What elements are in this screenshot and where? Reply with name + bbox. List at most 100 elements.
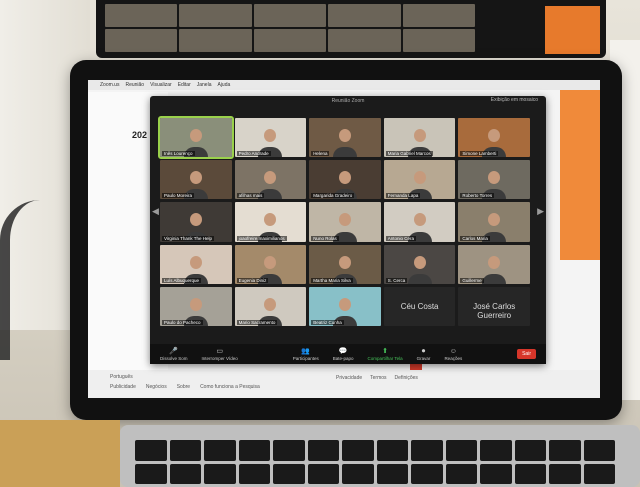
participant-body xyxy=(407,273,432,284)
keyboard-key xyxy=(273,440,305,461)
photo-background: Zoom.us Reunião Visualizar Editar Janela Ajud… xyxy=(0,0,640,487)
participant-tile[interactable]: Nuno Rolas xyxy=(309,202,381,242)
participant-tile[interactable]: Beatriz Cunha xyxy=(309,286,381,326)
participant-tile[interactable]: Eugenia Diniz xyxy=(234,244,307,284)
footer-link[interactable]: Sobre xyxy=(177,384,190,390)
participant-body xyxy=(482,273,507,284)
keyboard-key xyxy=(445,463,477,484)
footer-right-link[interactable]: Definições xyxy=(395,375,418,381)
participant-name: Eugenia Diniz xyxy=(236,277,269,283)
footer-link[interactable]: Negócios xyxy=(146,384,167,390)
mute-button[interactable]: 🎤 Dissolve Som xyxy=(160,348,188,361)
participant-name: Pedro Andrade xyxy=(236,151,271,157)
footer-right-link[interactable]: Termos xyxy=(370,375,386,381)
participant-name: Martha Maria Silva xyxy=(311,277,353,283)
reactions-button[interactable]: ☺ Reações xyxy=(444,348,462,361)
cable xyxy=(0,200,80,360)
keyboard-key xyxy=(169,463,201,484)
keyboard-key xyxy=(238,463,270,484)
mac-menubar: Zoom.us Reunião Visualizar Editar Janela Ajud… xyxy=(88,80,600,90)
participant-head xyxy=(338,255,351,269)
footer-language[interactable]: Português xyxy=(110,374,133,380)
participant-tile[interactable]: S. Cerca xyxy=(383,244,456,284)
keyboard-key xyxy=(238,440,270,461)
background-monitor-video-grid xyxy=(105,4,475,52)
previous-page-arrow-icon[interactable]: ◀ xyxy=(152,206,159,217)
menu-item[interactable]: Editar xyxy=(178,82,191,88)
footer-right-link[interactable]: Privacidade xyxy=(336,375,362,381)
participant-tile[interactable]: Paulo Moreira xyxy=(160,160,232,200)
participant-tile[interactable]: Roberto Torres xyxy=(458,160,530,200)
participant-tile[interactable]: Paulo do Pacheco xyxy=(160,286,232,326)
document-heading: 202 xyxy=(132,130,148,140)
participant-tile[interactable]: Virginia Thank The Help xyxy=(160,202,232,242)
participant-head xyxy=(264,171,277,185)
leave-meeting-button[interactable]: Sair xyxy=(517,349,536,359)
smiley-icon: ☺ xyxy=(449,347,457,355)
menu-item[interactable]: Ajuda xyxy=(217,82,230,88)
chat-button[interactable]: 💬 Bate-papo xyxy=(333,348,354,361)
participant-name: Beatriz Cunha xyxy=(311,320,344,325)
participant-name: Roberto Torres xyxy=(460,193,495,199)
record-button[interactable]: ⏺ Gravar xyxy=(417,348,431,361)
participant-tile[interactable]: Martha Maria Silva xyxy=(309,244,381,284)
footer-link[interactable]: Publicidade xyxy=(110,384,136,390)
participant-name: Luís Albuquerque xyxy=(162,277,202,283)
menu-item[interactable]: Zoom.us xyxy=(100,82,119,88)
menu-item[interactable]: Janela xyxy=(197,82,212,88)
participant-body xyxy=(332,147,357,158)
keyboard-keys xyxy=(135,440,615,484)
background-monitor-orange-panel xyxy=(545,6,600,54)
participant-name: S. Cerca xyxy=(385,277,408,283)
share-screen-icon: ⬆ xyxy=(382,347,389,355)
zoom-meeting-window: Reunião Zoom Exibição em mosaico ◀ ▶ Inê… xyxy=(150,96,546,364)
chat-icon: 💬 xyxy=(338,347,348,355)
participant-name: Margarida Gradeiro xyxy=(311,193,355,199)
participant-tile[interactable]: Guillerme xyxy=(458,244,530,284)
participant-head xyxy=(338,171,351,185)
participant-tile[interactable]: Fernanda Lapa xyxy=(383,160,456,200)
participant-head xyxy=(189,297,202,311)
participant-video-grid: Inês Lourenço Pedro Andrade Helena Maria Ga… xyxy=(158,115,530,326)
participants-button[interactable]: 👥 Participantes xyxy=(293,348,319,361)
zoom-window-title: Reunião Zoom xyxy=(331,98,365,104)
share-screen-button[interactable]: ⬆ Compartilhar Tela xyxy=(367,348,402,361)
keyboard-key xyxy=(204,440,236,461)
participant-tile[interactable]: Mario Sacramento xyxy=(234,286,307,326)
participant-tile[interactable]: afilhas mais xyxy=(234,160,307,200)
menu-item[interactable]: Reunião xyxy=(125,82,144,88)
menu-item[interactable]: Visualizar xyxy=(150,82,172,88)
participant-tile[interactable]: joaofreire.maximilianos xyxy=(234,202,307,242)
participant-name: afilhas mais xyxy=(236,193,265,199)
participant-head xyxy=(488,171,501,185)
keyboard-key xyxy=(583,440,615,461)
participant-name: Paulo do Pacheco xyxy=(162,320,203,325)
participant-tile[interactable]: Pedro Andrade xyxy=(234,118,307,158)
participant-head xyxy=(264,128,277,142)
keyboard-key xyxy=(480,440,512,461)
keyboard-key xyxy=(273,463,305,484)
footer-link[interactable]: Como funciona a Pesquisa xyxy=(200,384,260,390)
participant-tile[interactable]: Maria Gabriel Marcos xyxy=(383,118,456,158)
keyboard-key xyxy=(307,440,339,461)
participant-tile[interactable]: José Carlos Guerreiro xyxy=(458,286,530,326)
participant-head xyxy=(189,255,202,269)
participant-name: joaofreire.maximilianos xyxy=(236,235,287,241)
stop-video-button[interactable]: ▭ Interromper Vídeo xyxy=(202,348,238,361)
browser-footer: Português Publicidade Negócios Sobre Como f… xyxy=(88,370,600,398)
next-page-arrow-icon[interactable]: ▶ xyxy=(537,206,544,217)
keyboard-key xyxy=(411,440,443,461)
participant-tile[interactable]: Simone Lamberti xyxy=(458,118,530,158)
participant-tile[interactable]: Margarida Gradeiro xyxy=(309,160,381,200)
participant-head xyxy=(338,297,351,311)
keyboard-key xyxy=(135,440,167,461)
participant-tile[interactable]: Céu Costa xyxy=(383,286,456,326)
participant-tile[interactable]: Inês Lourenço xyxy=(158,115,234,160)
participant-tile[interactable]: Carlos Maria xyxy=(458,202,530,242)
gallery-view-toggle[interactable]: Exibição em mosaico xyxy=(491,97,538,103)
participant-tile[interactable]: Antonio Cera xyxy=(383,202,456,242)
keyboard-key xyxy=(376,463,408,484)
participant-tile[interactable]: Helena xyxy=(309,118,381,158)
participant-tile[interactable]: Luís Albuquerque xyxy=(160,244,232,284)
participant-head xyxy=(189,171,202,185)
